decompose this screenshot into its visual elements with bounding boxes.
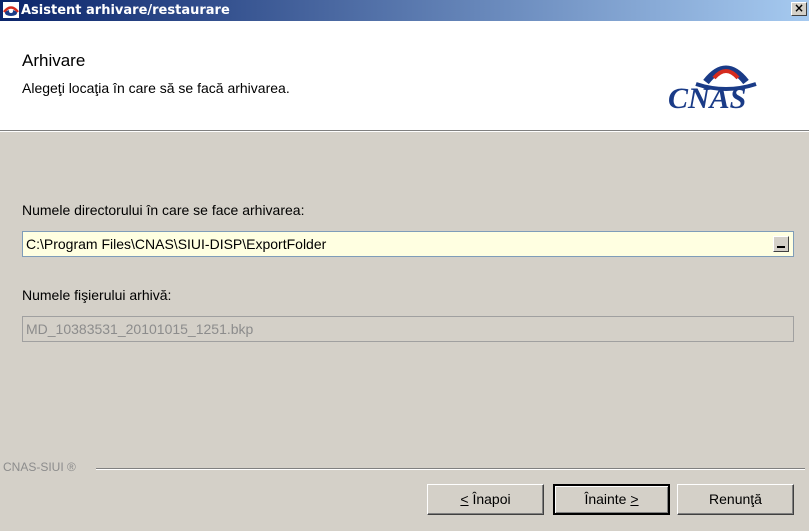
cancel-button-label: Renunţă <box>709 491 762 507</box>
browse-button[interactable] <box>773 236 789 252</box>
directory-field[interactable] <box>22 231 794 257</box>
directory-label: Numele directorului în care se face arhi… <box>22 202 305 218</box>
file-label: Numele fişierului arhivă: <box>22 287 172 303</box>
cancel-button[interactable]: Renunţă <box>677 484 794 515</box>
next-accel: > <box>630 491 639 507</box>
archive-file-input <box>23 317 786 341</box>
archive-wizard-window: Asistent arhivare/restaurare × Arhivare … <box>0 0 809 531</box>
back-button[interactable]: < Înapoi <box>427 484 544 515</box>
window-title: Asistent arhivare/restaurare <box>21 3 230 18</box>
directory-input[interactable] <box>23 232 766 256</box>
footer-divider <box>96 468 805 470</box>
close-button[interactable]: × <box>791 2 807 16</box>
title-bar[interactable]: Asistent arhivare/restaurare × <box>0 0 809 21</box>
next-button-label: Înainte <box>584 491 627 507</box>
archive-file-field <box>22 316 794 342</box>
wizard-header: Arhivare Alegeţi locaţia în care să se f… <box>0 21 809 131</box>
logo-text: CNAS <box>668 82 746 115</box>
back-button-label: Înapoi <box>472 491 511 507</box>
close-icon: × <box>793 1 805 15</box>
page-subtitle: Alegeţi locaţia în care să se facă arhiv… <box>22 80 290 96</box>
cnas-logo: CNAS <box>668 65 757 115</box>
back-accel: < <box>460 491 469 507</box>
next-button[interactable]: Înainte > <box>553 484 670 515</box>
footer-brand: CNAS-SIUI ® <box>3 460 76 474</box>
app-icon <box>3 2 19 18</box>
browse-icon <box>777 246 785 248</box>
header-separator <box>0 131 809 132</box>
page-title: Arhivare <box>22 51 86 70</box>
